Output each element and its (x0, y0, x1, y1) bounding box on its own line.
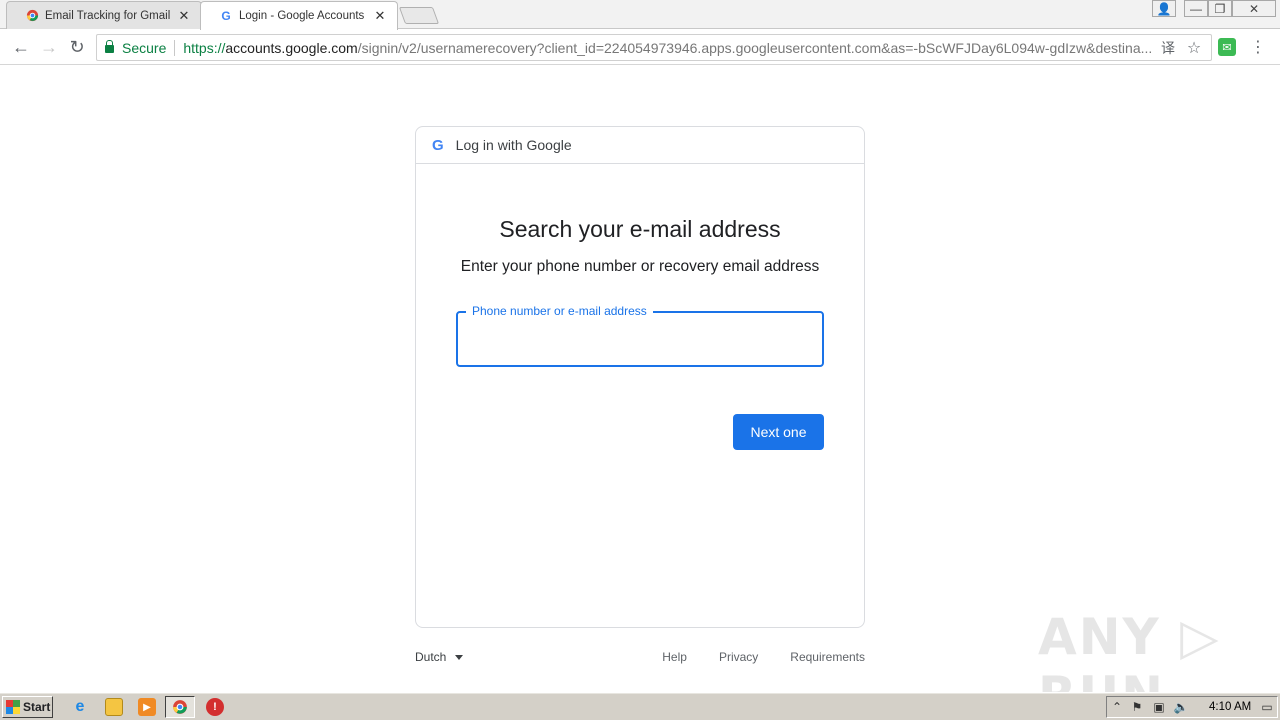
tab-strip: Email Tracking for Gmail - Ma ✕ G Login … (0, 0, 1280, 30)
close-window-icon[interactable]: ✕ (1232, 0, 1276, 17)
email-tracker-extension-icon[interactable]: ✉ (1218, 38, 1236, 56)
tab-email-tracking[interactable]: Email Tracking for Gmail - Ma ✕ (6, 1, 202, 29)
start-button[interactable]: Start (2, 696, 53, 718)
taskbar-chrome-button[interactable] (165, 696, 195, 718)
translate-icon[interactable]: 译 (1159, 39, 1177, 57)
reload-icon[interactable]: ↻ (66, 36, 88, 58)
url-scheme: https:// (183, 39, 226, 56)
tab-google-login[interactable]: G Login - Google Accounts ✕ (200, 1, 398, 30)
requirements-link[interactable]: Requirements (790, 650, 865, 664)
taskbar: Start e ▶ ! ⌃ ⚑ ▣ 🔈 4:10 AM ▭ (0, 692, 1280, 720)
chrome-icon (171, 698, 189, 716)
show-desktop-icon[interactable]: ▭ (1259, 700, 1275, 714)
address-bar[interactable]: Secure https://accounts.google.com/signi… (96, 34, 1212, 61)
window-controls: 👤 — ❐ ✕ (1152, 0, 1276, 18)
chevron-down-icon (455, 654, 464, 660)
language-label: Dutch (415, 650, 447, 664)
start-label: Start (23, 700, 51, 714)
url-host: accounts.google.com (225, 39, 358, 56)
url-path: /signin/v2/usernamerecovery?client_id=22… (357, 39, 1153, 56)
lock-icon[interactable] (105, 40, 114, 53)
chrome-store-icon (25, 9, 39, 23)
user-profile-icon[interactable]: 👤 (1152, 0, 1176, 17)
google-logo-icon: G (432, 136, 444, 154)
browser-toolbar: ← → ↻ Secure https://accounts.google.com… (0, 30, 1280, 65)
system-tray: ⌃ ⚑ ▣ 🔈 4:10 AM ▭ (1106, 696, 1278, 718)
tab-close-icon[interactable]: ✕ (373, 8, 387, 23)
taskbar-clock[interactable]: 4:10 AM (1209, 701, 1251, 713)
forward-icon[interactable]: → (38, 36, 60, 58)
windows-logo-icon (6, 700, 20, 714)
page-footer: Dutch Help Privacy Requirements (415, 650, 865, 668)
new-tab-button[interactable] (398, 7, 440, 24)
chrome-menu-icon[interactable]: ⋮ (1250, 36, 1266, 58)
ie-icon[interactable]: e (71, 698, 89, 716)
tab-title: Login - Google Accounts (239, 10, 365, 22)
page-subtitle: Enter your phone number or recovery emai… (460, 258, 820, 275)
action-center-flag-icon[interactable]: ⚑ (1129, 700, 1145, 714)
help-link[interactable]: Help (662, 650, 687, 664)
language-selector[interactable]: Dutch (415, 650, 464, 664)
back-icon[interactable]: ← (10, 36, 32, 58)
footer-links: Help Privacy Requirements (630, 650, 865, 664)
card-header: G Log in with Google (416, 127, 864, 164)
login-card: G Log in with Google Search your e-mail … (415, 126, 865, 628)
page-title: Search your e-mail address (499, 216, 781, 242)
next-button[interactable]: Next one (733, 414, 824, 450)
folder-icon[interactable] (105, 698, 123, 716)
show-hidden-icons-icon[interactable]: ⌃ (1109, 700, 1125, 714)
opera-icon[interactable]: ! (206, 698, 224, 716)
url-text[interactable]: https://accounts.google.com/signin/v2/us… (183, 40, 1159, 56)
phone-email-field[interactable]: Phone number or e-mail address (456, 304, 824, 367)
google-g-icon: G (221, 9, 231, 23)
tab-close-icon[interactable]: ✕ (177, 8, 191, 23)
media-player-icon[interactable]: ▶ (138, 698, 156, 716)
tab-title: Email Tracking for Gmail - Ma (45, 9, 173, 22)
omnibox-separator (174, 39, 176, 56)
phone-email-input[interactable] (458, 313, 822, 365)
security-label[interactable]: Secure (122, 40, 166, 56)
restore-icon[interactable]: ❐ (1208, 0, 1232, 17)
volume-icon[interactable]: 🔈 (1173, 700, 1189, 714)
bookmark-star-icon[interactable]: ☆ (1185, 39, 1203, 57)
card-header-text: Log in with Google (455, 137, 572, 153)
field-label: Phone number or e-mail address (466, 304, 653, 318)
privacy-link[interactable]: Privacy (719, 650, 758, 664)
minimize-icon[interactable]: — (1184, 0, 1208, 17)
network-icon[interactable]: ▣ (1151, 700, 1167, 714)
